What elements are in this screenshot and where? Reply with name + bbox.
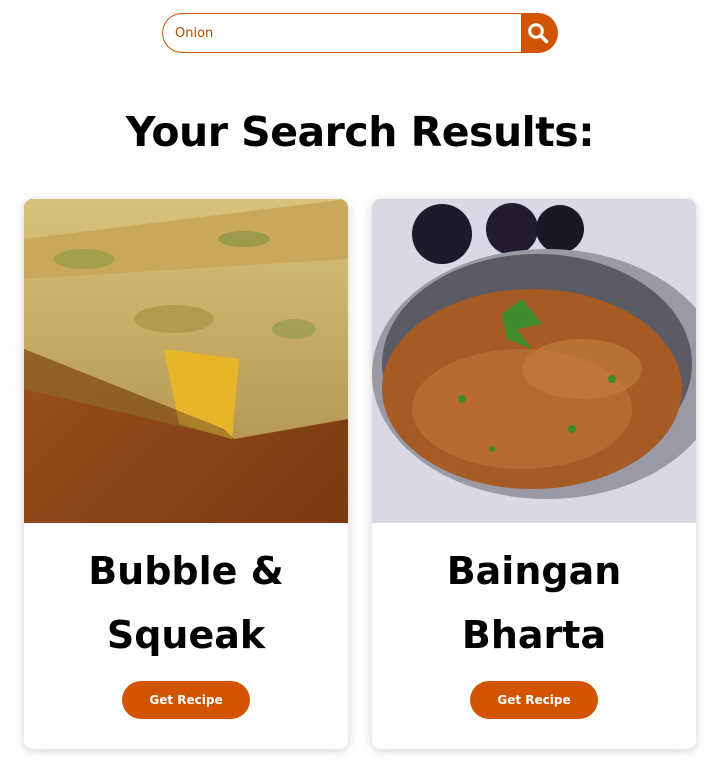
recipe-image-baingan-bharta (372, 199, 696, 523)
results-heading: Your Search Results: (125, 108, 595, 156)
recipe-title: Baingan Bharta (446, 549, 622, 657)
search-button[interactable] (521, 13, 558, 53)
search-icon (527, 23, 548, 44)
get-recipe-button[interactable]: Get Recipe (470, 681, 598, 719)
recipe-image-bubble-and-squeak (24, 199, 348, 523)
get-recipe-button[interactable]: Get Recipe (122, 681, 250, 719)
recipe-card: Baingan Bharta Get Recipe (372, 199, 696, 749)
search-input[interactable] (162, 13, 522, 53)
search-bar (162, 13, 558, 53)
recipe-title: Bubble & Squeak (88, 549, 284, 657)
recipe-card: Bubble & Squeak Get Recipe (24, 199, 348, 749)
